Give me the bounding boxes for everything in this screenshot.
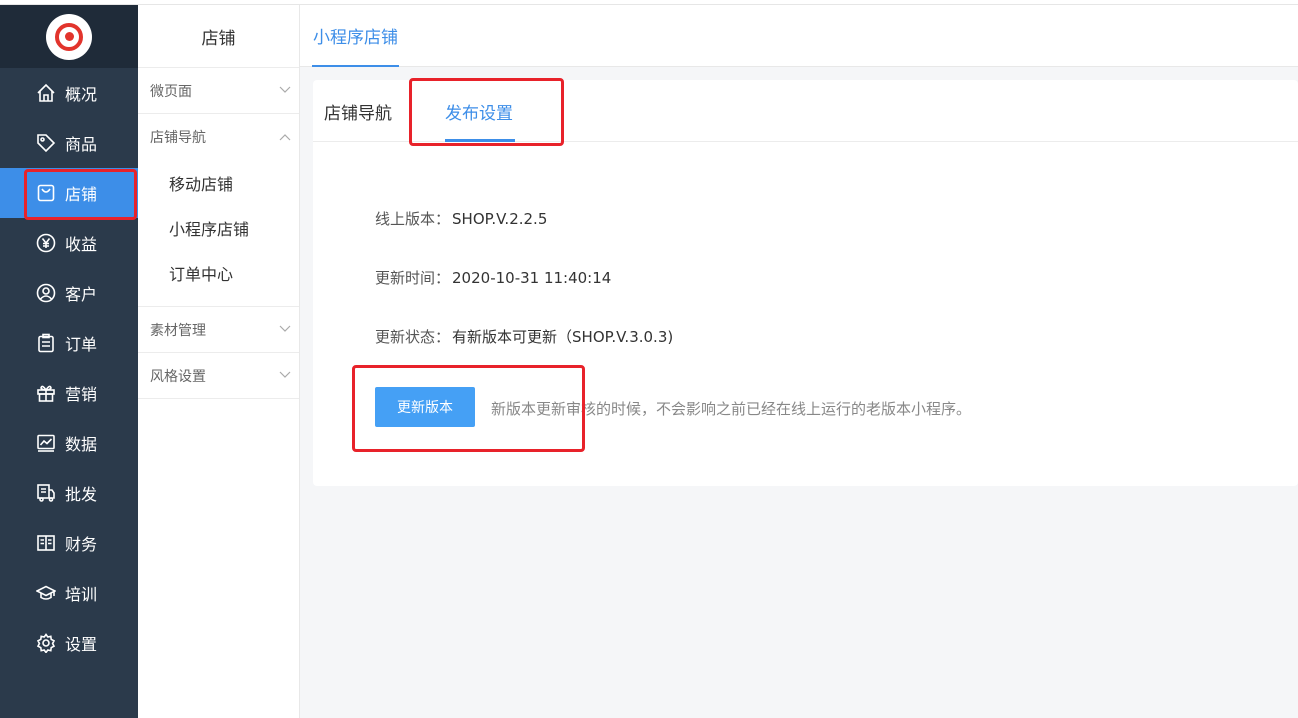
sidebar-item-training[interactable]: 培训: [0, 568, 138, 618]
sidebar-item-marketing[interactable]: 营销: [0, 368, 138, 418]
logo-dot: [64, 32, 74, 41]
online-version-row: 线上版本： SHOP.V.2.2.5: [375, 208, 547, 229]
update-time-value: 2020-10-31 11:40:14: [452, 269, 612, 287]
online-version-label: 线上版本：: [375, 210, 451, 228]
sidebar-item-revenue[interactable]: 收益: [0, 218, 138, 268]
main-header: 小程序店铺: [300, 5, 1298, 67]
subnav-group-micro-pages[interactable]: 微页面: [138, 68, 299, 114]
sidebar-item-label: 财务: [65, 535, 98, 554]
subnav-group-label: 素材管理: [150, 322, 206, 339]
sidebar-item-label: 概况: [65, 85, 98, 104]
tab-store-navigation[interactable]: 店铺导航: [324, 80, 392, 142]
chevron-up-icon: [279, 131, 291, 144]
update-status-value: 有新版本可更新（SHOP.V.3.0.3): [452, 328, 674, 346]
sidebar-item-label: 订单: [65, 335, 98, 354]
update-time-label: 更新时间：: [375, 269, 451, 287]
subnav-group-assets[interactable]: 素材管理: [138, 307, 299, 353]
subnav-group-label: 店铺导航: [150, 130, 206, 146]
update-status-label: 更新状态：: [375, 328, 451, 346]
sidebar-item-orders[interactable]: 订单: [0, 318, 138, 368]
chevron-down-icon: [279, 369, 291, 382]
truck-icon: [35, 482, 57, 504]
user-circle-icon: [35, 282, 57, 304]
subnav-title: 店铺: [138, 5, 299, 68]
chart-icon: [35, 432, 57, 454]
tag-icon: [35, 132, 57, 154]
sidebar-item-label: 设置: [65, 635, 98, 654]
sidebar-item-label: 客户: [65, 285, 98, 304]
update-status-row: 更新状态： 有新版本可更新（SHOP.V.3.0.3): [375, 326, 673, 347]
sidebar-item-settings[interactable]: 设置: [0, 618, 138, 668]
primary-sidebar: 概况 商品 店铺 收益 客户 订单 营销 数据 批发 财务 培训 设置: [0, 5, 138, 718]
sidebar-item-overview[interactable]: 概况: [0, 68, 138, 118]
sidebar-item-label: 营销: [65, 385, 98, 404]
sidebar-item-wholesale[interactable]: 批发: [0, 468, 138, 518]
sidebar-item-store[interactable]: 店铺: [0, 168, 138, 218]
chevron-down-icon: [279, 84, 291, 97]
sidebar-item-customers[interactable]: 客户: [0, 268, 138, 318]
subnav-group-store-navigation[interactable]: 店铺导航: [138, 114, 299, 160]
update-time-row: 更新时间： 2020-10-31 11:40:14: [375, 267, 611, 288]
sidebar-item-label: 店铺: [65, 185, 98, 204]
gift-icon: [35, 382, 57, 404]
subnav-group-style-settings[interactable]: 风格设置: [138, 353, 299, 399]
sidebar-item-label: 培训: [65, 585, 98, 604]
graduation-cap-icon: [35, 582, 57, 604]
home-icon: [35, 82, 57, 104]
sidebar-item-finance[interactable]: 财务: [0, 518, 138, 568]
logo-ring: [55, 22, 83, 51]
sidebar-item-label: 批发: [65, 485, 98, 504]
app-logo[interactable]: [46, 13, 92, 60]
gear-icon: [35, 632, 57, 654]
yen-circle-icon: [35, 232, 57, 254]
tab-miniprogram-store[interactable]: 小程序店铺: [312, 5, 399, 67]
publish-settings-card: 店铺导航 发布设置 线上版本： SHOP.V.2.2.5 更新时间： 2020-10…: [313, 78, 1298, 486]
sidebar-item-label: 商品: [65, 135, 98, 154]
shopping-bag-icon: [35, 182, 57, 204]
logo-area: [0, 5, 138, 68]
secondary-sidebar: 店铺 微页面 店铺导航 移动店铺 小程序店铺 订单中心 素材管理 风格设置: [138, 5, 300, 718]
subnav-item-mobile-store[interactable]: 移动店铺: [138, 160, 299, 205]
card-tabs: 店铺导航 发布设置: [313, 78, 1298, 146]
clipboard-icon: [35, 332, 57, 354]
sidebar-item-products[interactable]: 商品: [0, 118, 138, 168]
chevron-down-icon: [279, 323, 291, 336]
subnav-divider: [138, 295, 299, 307]
main-content: 小程序店铺 店铺导航 发布设置 线上版本： SHOP.V.2.2.5 更新时间： 2…: [300, 5, 1298, 718]
subnav-group-label: 风格设置: [150, 368, 206, 385]
subnav-item-order-center[interactable]: 订单中心: [138, 250, 299, 295]
update-note: 新版本更新审核的时候，不会影响之前已经在线上运行的老版本小程序。: [491, 400, 972, 418]
tab-publish-settings[interactable]: 发布设置: [445, 80, 513, 142]
active-tab-indicator: [445, 139, 515, 142]
subnav-item-miniprogram-store[interactable]: 小程序店铺: [138, 205, 299, 250]
subnav-group-label: 微页面: [150, 83, 192, 100]
ledger-icon: [35, 532, 57, 554]
sidebar-item-label: 数据: [65, 435, 98, 454]
sidebar-item-data[interactable]: 数据: [0, 418, 138, 468]
sidebar-item-label: 收益: [65, 235, 98, 254]
update-version-button[interactable]: 更新版本: [375, 387, 475, 427]
online-version-value: SHOP.V.2.2.5: [452, 210, 548, 228]
